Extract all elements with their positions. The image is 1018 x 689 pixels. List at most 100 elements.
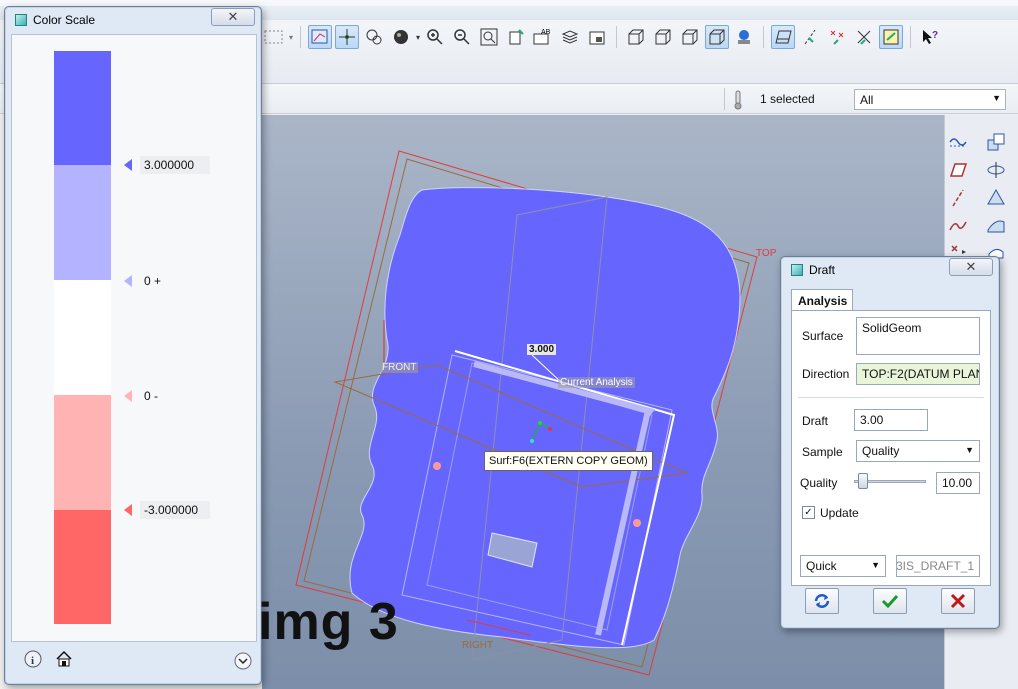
zoom-out-icon[interactable] [450,25,474,49]
draft-title: Draft [809,263,836,277]
tab-analysis[interactable]: Analysis [791,289,853,311]
refresh-icon [814,594,830,608]
divider [798,397,984,398]
thermometer-icon[interactable] [732,90,744,113]
part-surface [349,187,741,649]
analysis-name-field[interactable]: 3IS_DRAFT_1 [896,555,980,577]
shading-icon[interactable] [389,25,413,49]
plane-icon[interactable] [947,159,969,181]
chevron-down-icon: ▼ [992,93,1001,103]
close-icon: ✕ [227,9,239,24]
chevron-down-icon: ▼ [965,445,974,455]
chevron-down-icon: ▼ [871,560,880,570]
curve-icon[interactable] [947,215,969,237]
color-scale-window[interactable]: Color Scale ✕ 3.000000 0 + 0 - -3.000000… [4,6,262,685]
saved-views-icon[interactable] [585,25,609,49]
annotation-toggle-icon[interactable] [879,25,904,49]
draft-label: Draft [802,414,829,428]
csys-icon[interactable] [852,25,876,49]
scale-band-4 [54,395,111,510]
scale-label-upper-mid: 0 + [144,274,162,288]
front-plane-label: FRONT [380,362,419,373]
sweep-icon[interactable] [985,187,1007,209]
marker-icon[interactable] [124,504,132,516]
dashed-box-icon[interactable] [262,25,286,49]
scale-label-top: 3.000000 [140,156,210,174]
current-analysis-label: Current Analysis [558,377,635,388]
color-scale-footer: i [11,643,257,679]
close-button[interactable]: ✕ [949,258,993,276]
close-button[interactable]: ✕ [211,8,255,26]
blend-icon[interactable] [985,215,1007,237]
sample-dropdown[interactable]: Quality ▼ [856,440,980,462]
no-hidden-icon[interactable] [678,25,702,49]
quality-input[interactable]: 10.00 [936,472,980,494]
shading-dropdown-icon[interactable]: ▾ [416,33,420,42]
draft-dialog[interactable]: Draft ✕ Analysis Surface SolidGeom Direc… [780,256,1000,629]
analysis-panel: Surface SolidGeom Direction TOP:F2(DATUM… [791,310,991,586]
slider-thumb[interactable] [858,473,868,489]
quality-slider[interactable] [850,471,930,491]
home-icon[interactable] [55,650,73,671]
scale-label-lower-mid: 0 - [144,389,159,403]
spin-center-icon[interactable] [335,25,360,49]
scale-band-1 [54,51,111,165]
svg-text:i: i [31,655,34,667]
draft-input[interactable]: 3.00 [854,409,928,431]
checkmark-icon: ✓ [804,507,813,518]
color-scale-title: Color Scale [33,13,96,27]
whats-this-icon[interactable]: ? [918,25,942,49]
datum-display-icon[interactable] [308,25,333,49]
cancel-button[interactable] [941,588,975,614]
color-scale-titlebar[interactable]: Color Scale ✕ [5,7,261,33]
dropdown-arrow-icon[interactable]: ▾ [289,33,293,42]
svg-text:AB: AB [541,29,551,36]
marker-icon[interactable] [124,275,132,287]
checkmark-icon [881,594,899,609]
scale-label-bottom: -3.000000 [140,501,210,519]
scale-band-3 [54,280,111,395]
mode-dropdown[interactable]: Quick ▼ [800,555,886,577]
chevron-down-icon[interactable] [233,651,253,674]
view-toolbar: ▾ ▾ AB ? [262,25,942,49]
zoom-fit-icon[interactable] [477,25,501,49]
direction-label: Direction [802,367,850,381]
window-app-icon [791,264,803,276]
repaint-icon[interactable] [504,25,528,49]
quality-label: Quality [800,476,838,490]
marker-icon[interactable] [124,159,132,171]
surface-field[interactable]: SolidGeom [856,317,980,355]
scale-band-2 [54,165,111,280]
draft-titlebar[interactable]: Draft ✕ [781,257,999,283]
orient-icon[interactable] [362,25,386,49]
repeat-button[interactable] [805,588,839,614]
close-icon: ✕ [965,259,977,274]
dimension-label[interactable]: 3.000 [527,344,557,355]
shaded-icon[interactable] [705,25,730,49]
datum-axes-icon[interactable] [798,25,822,49]
marker-icon[interactable] [124,390,132,402]
ok-button[interactable] [873,588,907,614]
color-scale-body: 3.000000 0 + 0 - -3.000000 [11,34,257,642]
selection-count: 1 selected [760,92,815,106]
direction-field[interactable]: TOP:F2(DATUM PLANE) [856,363,980,385]
layers-icon[interactable] [558,25,582,49]
sample-label: Sample [802,445,843,459]
datum-planes-icon[interactable] [771,25,796,49]
update-checkbox[interactable]: ✓ [802,506,815,519]
appearance-icon[interactable] [732,25,756,49]
surface-tooltip: Surf:F6(EXTERN COPY GEOM) [484,451,653,471]
sketch-icon[interactable] [947,131,969,153]
close-icon [950,593,966,609]
copy-geom-icon[interactable] [985,131,1007,153]
axis-icon[interactable] [947,187,969,209]
zoom-in-icon[interactable] [423,25,447,49]
datum-points-icon[interactable] [825,25,849,49]
revolve-icon[interactable] [985,159,1007,181]
hidden-line-icon[interactable] [651,25,675,49]
svg-text:?: ? [932,30,938,41]
info-icon[interactable]: i [23,649,43,672]
wireframe-icon[interactable] [624,25,648,49]
annotation-display-icon[interactable]: AB [531,25,555,49]
selection-filter-dropdown[interactable]: All ▼ [854,89,1006,110]
